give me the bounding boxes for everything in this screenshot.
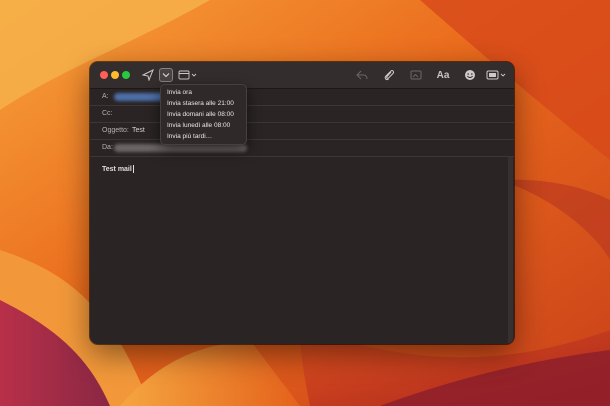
toolbar: Aa [90, 62, 514, 89]
message-body[interactable]: Test mail [90, 157, 514, 344]
reply-icon[interactable] [354, 67, 370, 83]
media-browser-icon[interactable] [486, 67, 508, 83]
text-caret [132, 165, 134, 173]
from-account-selector[interactable] [114, 144, 247, 152]
from-label: Da: [102, 144, 113, 151]
menu-item-send-tonight[interactable]: Invia stasera alle 21:00 [167, 100, 234, 107]
body-scrollbar[interactable] [508, 157, 513, 343]
paperclip-icon[interactable] [381, 67, 397, 83]
zoom-window-button[interactable] [122, 71, 130, 79]
subject-label: Oggetto: [102, 127, 129, 134]
send-later-button[interactable] [159, 68, 173, 82]
cc-label: Cc: [102, 110, 113, 117]
menu-item-send-monday[interactable]: Invia lunedì alle 08:00 [167, 122, 230, 129]
font-button[interactable]: Aa [434, 67, 452, 83]
body-text: Test mail [102, 165, 134, 173]
send-later-menu: Invia ora Invia stasera alle 21:00 Invia… [160, 84, 247, 145]
subject-field[interactable]: Test [132, 127, 145, 134]
photo-icon[interactable] [408, 67, 424, 83]
menu-item-send-tomorrow[interactable]: Invia domani alle 08:00 [167, 111, 234, 118]
emoji-icon[interactable] [462, 67, 478, 83]
menu-item-send-later[interactable]: Invia più tardi… [167, 133, 212, 140]
format-icon[interactable] [178, 67, 198, 83]
menu-item-send-now[interactable]: Invia ora [167, 89, 192, 96]
to-label: A: [102, 93, 109, 100]
from-row: Da: [90, 140, 514, 157]
new-message-window: Aa A: Cc: Oggetto: Test Da: Test mail [90, 62, 514, 344]
send-icon[interactable] [140, 67, 156, 83]
to-row: A: [90, 89, 514, 106]
subject-row[interactable]: Oggetto: Test [90, 123, 514, 140]
minimize-window-button[interactable] [111, 71, 119, 79]
cc-row[interactable]: Cc: [90, 106, 514, 123]
close-window-button[interactable] [100, 71, 108, 79]
chevron-down-icon [162, 73, 170, 78]
